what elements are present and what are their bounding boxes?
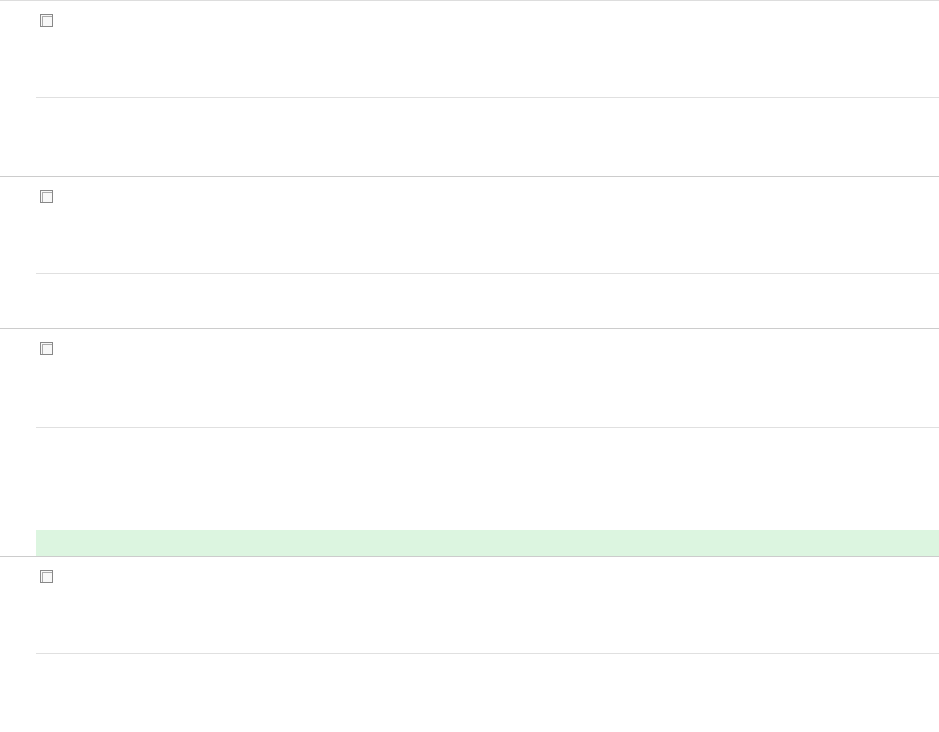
row-lower [36,654,939,732]
row-checkbox[interactable] [40,342,53,355]
highlight-bar [36,530,939,556]
row-checkbox[interactable] [40,570,53,583]
row-upper [0,557,939,653]
row-lower [36,98,939,176]
row-gap [0,397,939,427]
list-row [0,328,939,556]
row-checkbox[interactable] [40,190,53,203]
checkbox-wrap [36,566,56,586]
row-upper [0,1,939,97]
list-row [0,556,939,732]
checkbox-wrap [36,186,56,206]
row-upper-highlighted [0,329,939,397]
row-upper [0,177,939,273]
row-lower [36,428,939,556]
list-row [0,176,939,328]
checkbox-wrap [36,10,56,30]
row-checkbox[interactable] [40,14,53,27]
row-lower [36,274,939,328]
list-row [0,0,939,176]
checkbox-wrap [36,338,56,358]
